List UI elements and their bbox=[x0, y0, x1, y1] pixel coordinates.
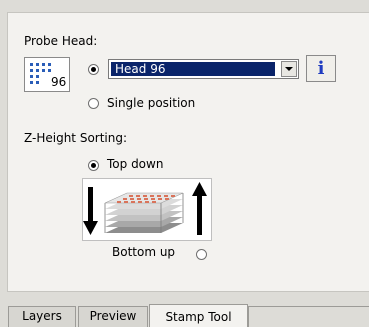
stamp-tool-panel bbox=[7, 12, 369, 292]
tab-stamp-tool-label: Stamp Tool bbox=[165, 310, 232, 324]
probe-dot bbox=[30, 75, 33, 78]
tab-preview[interactable]: Preview bbox=[78, 306, 148, 327]
z-height-sorting-image bbox=[82, 178, 212, 241]
single-position-radio[interactable] bbox=[88, 98, 99, 109]
z-height-sorting-label: Z-Height Sorting: bbox=[24, 131, 128, 145]
plate-stack-icon bbox=[104, 192, 184, 233]
probe-dot bbox=[36, 75, 39, 78]
bottom-up-radio[interactable] bbox=[196, 249, 207, 260]
probe-dot bbox=[36, 69, 39, 72]
bottom-up-label: Bottom up bbox=[112, 245, 176, 259]
probe-dot bbox=[30, 69, 33, 72]
tab-stamp-tool[interactable]: Stamp Tool bbox=[149, 304, 248, 327]
single-position-label: Single position bbox=[107, 96, 196, 110]
probe-dot bbox=[48, 63, 51, 66]
arrow-down-icon bbox=[83, 187, 98, 235]
arrow-up-icon bbox=[192, 182, 207, 235]
probe-dot bbox=[42, 69, 45, 72]
probe-dot bbox=[36, 81, 39, 84]
probe-dot bbox=[30, 81, 33, 84]
chevron-down-icon[interactable] bbox=[281, 61, 297, 77]
tab-bar: Layers Preview Stamp Tool bbox=[0, 290, 369, 327]
probe-dot bbox=[48, 69, 51, 72]
head-select-value: Head 96 bbox=[111, 62, 275, 76]
top-down-label: Top down bbox=[107, 157, 164, 171]
probe-dot bbox=[36, 63, 39, 66]
tab-preview-label: Preview bbox=[89, 309, 137, 323]
probe-dot bbox=[30, 63, 33, 66]
top-down-radio[interactable] bbox=[88, 160, 99, 171]
probe-head-icon-number: 96 bbox=[51, 75, 67, 89]
tab-layers[interactable]: Layers bbox=[8, 306, 76, 327]
stack-illustration bbox=[83, 182, 207, 235]
head-radio[interactable] bbox=[88, 64, 99, 75]
probe-head-label: Probe Head: bbox=[24, 34, 98, 48]
probe-dot bbox=[42, 63, 45, 66]
info-button[interactable]: i bbox=[306, 55, 336, 82]
tab-bar-empty-area bbox=[248, 306, 369, 327]
info-icon: i bbox=[317, 58, 325, 79]
tab-layers-label: Layers bbox=[22, 309, 62, 323]
head-select[interactable]: Head 96 bbox=[108, 59, 299, 79]
probe-head-icon: 96 bbox=[24, 57, 70, 92]
